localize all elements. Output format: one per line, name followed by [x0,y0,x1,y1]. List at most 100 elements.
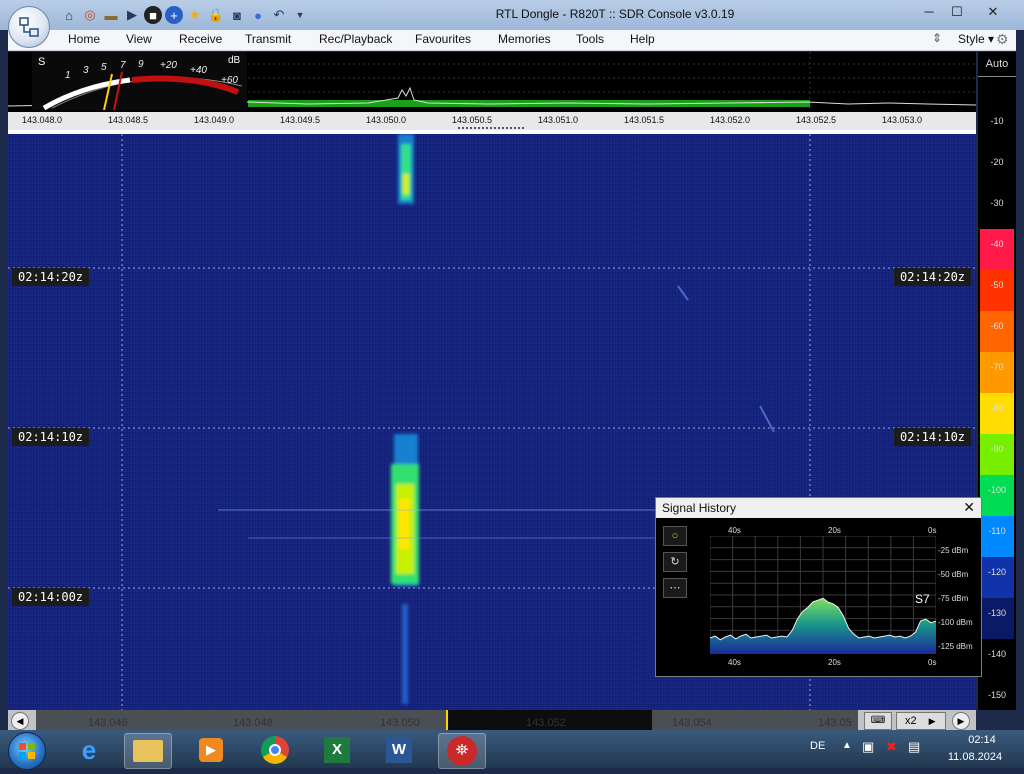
auto-button[interactable]: Auto [978,58,1016,70]
scale-color-band [980,434,1014,475]
tray-app-icon[interactable]: ▣ [862,739,874,755]
maximize-button[interactable]: ☐ [944,2,970,22]
clock-time[interactable]: 02:14 [952,734,1012,746]
time-label: 0s [928,526,937,535]
time-mark-right: 02:14:20z [894,268,972,286]
time-mark-left: 02:14:20z [12,268,90,286]
spectrum-display[interactable]: S dB 1 3 5 7 9 +20 +40 +60 [8,52,976,112]
menu-home[interactable]: Home [68,32,100,46]
signal-history-header[interactable]: Signal History ✕ [656,498,981,518]
record-toggle-button[interactable]: ○ [663,526,687,546]
time-label: 40s [728,658,741,667]
time-label: 20s [828,658,841,667]
freq-label: 143.052.5 [796,115,837,125]
freq-label: 143.048.0 [22,115,63,125]
close-button[interactable]: ✕ [980,2,1006,22]
time-mark-left: 02:14:10z [12,428,90,446]
scale-tick-label: -80 [990,403,1004,413]
clock-date[interactable]: 11.08.2024 [940,751,1010,763]
level-scale[interactable]: Auto -10 -20 -30 -40 -50 -60 -70 -80 -90 -100 -110… [978,52,1016,710]
scale-tick-label: -70 [990,362,1004,372]
overview-freq-label: 143.048 [233,717,273,729]
undo-icon[interactable]: ↶ [270,6,288,24]
language-indicator[interactable]: DE [810,740,825,752]
lock-icon[interactable]: 🔒 [207,6,225,24]
folder-icon[interactable]: ▬ [102,6,120,24]
taskbar: e ▶ X W ⛯ DE ▲ ▣ ✖ ▤ 02:14 11.08.2024 [0,730,1024,770]
dbm-label: -50 dBm [938,570,969,579]
scale-color-band [980,311,1014,352]
menu-receive[interactable]: Receive [179,32,222,46]
freq-label: 143.052.0 [710,115,751,125]
menu-help[interactable]: Help [630,32,655,46]
start-button[interactable] [8,732,46,770]
time-mark-left: 02:14:00z [12,588,90,606]
overview-freq-label: 143.05 [818,717,852,729]
stop-icon[interactable]: ■ [144,6,162,24]
menu-view[interactable]: View [126,32,152,46]
reset-button[interactable]: ↻ [663,552,687,572]
scale-tick-label: -120 [987,567,1006,577]
add-icon[interactable]: + [165,6,183,24]
menu-rec-playback[interactable]: Rec/Playback [319,32,392,46]
more-options-button[interactable]: ⋯ [663,578,687,598]
scale-tick-label: -100 [987,485,1006,495]
word-icon[interactable]: W [376,733,422,767]
scale-tick-label: -30 [990,198,1004,208]
chevron-down-icon[interactable]: ▼ [291,6,309,24]
lifebuoy-icon[interactable]: ◎ [81,6,99,24]
freq-label: 143.049.5 [280,115,321,125]
scale-color-band [980,598,1014,639]
gear-icon[interactable]: ⚙ [996,31,1009,48]
drop-icon[interactable]: ● [249,6,267,24]
scale-color-band [980,557,1014,598]
scale-tick-label: -90 [990,444,1004,454]
freq-label: 143.050.5 [452,115,493,125]
minimize-button[interactable]: ─ [916,2,942,22]
overview-freq-label: 143.052 [526,717,566,729]
scale-tick-label: -40 [990,239,1004,249]
freq-label: 143.051.0 [538,115,579,125]
play-icon[interactable]: ▶ [123,6,141,24]
star-icon[interactable]: ★ [186,6,204,24]
zoom-selector[interactable]: x2 ▶ [896,712,946,730]
scale-color-band [980,270,1014,311]
excel-icon[interactable]: X [314,733,360,767]
scale-tick-label: -130 [987,608,1006,618]
signal-history-title: Signal History [662,501,737,515]
overview-freq-label: 143.054 [672,717,712,729]
db-scale-40: +40 [190,65,207,76]
collapse-ribbon-icon[interactable]: ⇕ [932,31,942,45]
menu-transmit[interactable]: Transmit [245,32,291,46]
scale-color-band [980,393,1014,434]
bottom-frequency-bar[interactable]: ◀ 143.046 143.048 143.050 143.052 143.05… [8,710,976,730]
s-scale-9: 9 [138,59,144,70]
freq-label: 143.053.0 [882,115,923,125]
keyboard-icon[interactable]: ⌨ [864,712,892,730]
signal-history-panel[interactable]: Signal History ✕ ○ ↻ ⋯ 40s 20s 0s 40s 20… [655,497,982,677]
show-hidden-icons[interactable]: ▲ [842,740,852,751]
camera-icon[interactable]: ◙ [228,6,246,24]
menu-tools[interactable]: Tools [576,32,604,46]
s-unit-label: S [38,56,46,68]
application-menu-button[interactable] [8,6,50,48]
scroll-right-button[interactable]: ▶ [952,712,970,730]
style-menu[interactable]: Style ▾ [958,32,994,46]
network-icon[interactable]: ▤ [908,739,920,755]
file-explorer-icon[interactable] [124,733,172,769]
chrome-icon[interactable] [252,733,298,767]
scroll-left-button[interactable]: ◀ [11,712,29,730]
menu-memories[interactable]: Memories [498,32,551,46]
tray-warning-icon[interactable]: ✖ [886,739,897,755]
menu-favourites[interactable]: Favourites [415,32,471,46]
close-icon[interactable]: ✕ [963,499,975,516]
db-scale-20: +20 [160,60,177,71]
sdr-console-icon[interactable]: ⛯ [438,733,486,769]
home-icon[interactable]: ⌂ [60,6,78,24]
frequency-axis[interactable]: 143.048.0 143.048.5 143.049.0 143.049.5 … [8,112,976,130]
quick-access-toolbar: ⌂ ◎ ▬ ▶ ■ + ★ 🔒 ◙ ● ↶ ▼ [60,6,309,24]
scale-color-band [980,352,1014,393]
internet-explorer-icon[interactable]: e [66,733,112,767]
media-player-icon[interactable]: ▶ [188,733,234,767]
title-bar: ⌂ ◎ ▬ ▶ ■ + ★ 🔒 ◙ ● ↶ ▼ RTL Dongle - R82… [0,0,1024,30]
